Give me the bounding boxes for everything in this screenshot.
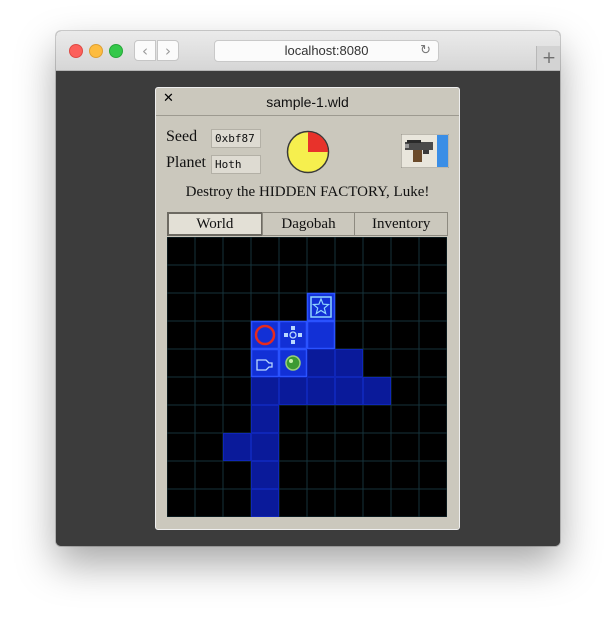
new-tab-button[interactable]: +	[536, 46, 560, 70]
seed-label: Seed	[166, 128, 198, 145]
map-zone	[279, 377, 307, 405]
crossroads-icon-node	[284, 333, 288, 337]
map-zone	[223, 433, 251, 461]
world-map[interactable]	[167, 237, 447, 517]
map-zone	[251, 349, 279, 377]
green-orb-icon-shine	[289, 359, 293, 363]
chevron-left-icon: ‹	[142, 42, 148, 60]
chevron-right-icon: ›	[165, 42, 171, 60]
map-zone	[251, 489, 279, 517]
close-window-button[interactable]	[69, 44, 83, 58]
planet-label: Planet	[166, 154, 206, 171]
tab-dagobah[interactable]: Dagobah	[261, 212, 356, 236]
tab-world[interactable]: World	[167, 212, 263, 236]
blaster-icon[interactable]	[401, 134, 449, 168]
green-orb-icon	[285, 355, 301, 371]
map-zone	[363, 377, 391, 405]
map-zone	[279, 321, 307, 349]
map-zone	[335, 377, 363, 405]
world-dialog: ✕ sample-1.wld Seed 0xbf87 Planet Hoth D…	[155, 87, 460, 530]
page-content: ✕ sample-1.wld Seed 0xbf87 Planet Hoth D…	[56, 71, 560, 546]
map-zone	[251, 433, 279, 461]
map-zone	[307, 349, 335, 377]
map-zone	[251, 405, 279, 433]
map-zone	[251, 461, 279, 489]
crossroads-icon-node	[291, 340, 295, 344]
zoom-window-button[interactable]	[109, 44, 123, 58]
minimize-window-button[interactable]	[89, 44, 103, 58]
map-zone	[307, 321, 335, 349]
planet-field[interactable]: Hoth	[211, 155, 261, 174]
dialog-header: ✕ sample-1.wld	[156, 88, 459, 116]
progress-pie	[286, 130, 330, 174]
seed-field[interactable]: 0xbf87	[211, 129, 261, 148]
dialog-title: sample-1.wld	[266, 94, 349, 110]
map-zone	[335, 349, 363, 377]
url-text: localhost:8080	[284, 43, 369, 58]
forward-button[interactable]: ›	[157, 40, 179, 61]
browser-window: ‹ › localhost:8080 ↻ + ✕ sample-1.wld Se…	[56, 31, 560, 546]
reload-icon[interactable]: ↻	[420, 41, 431, 61]
map-zone	[307, 377, 335, 405]
crossroads-icon-node	[298, 333, 302, 337]
tab-bar: World Dagobah Inventory	[167, 212, 449, 236]
objective-text: Destroy the HIDDEN FACTORY, Luke!	[185, 184, 430, 200]
back-button[interactable]: ‹	[134, 40, 156, 61]
address-bar[interactable]: localhost:8080 ↻	[214, 40, 439, 62]
map-zone	[251, 377, 279, 405]
progress-pie-slice	[308, 132, 328, 152]
tab-inventory[interactable]: Inventory	[354, 212, 449, 236]
browser-titlebar: ‹ › localhost:8080 ↻ +	[56, 31, 560, 71]
crossroads-icon-node	[291, 326, 295, 330]
